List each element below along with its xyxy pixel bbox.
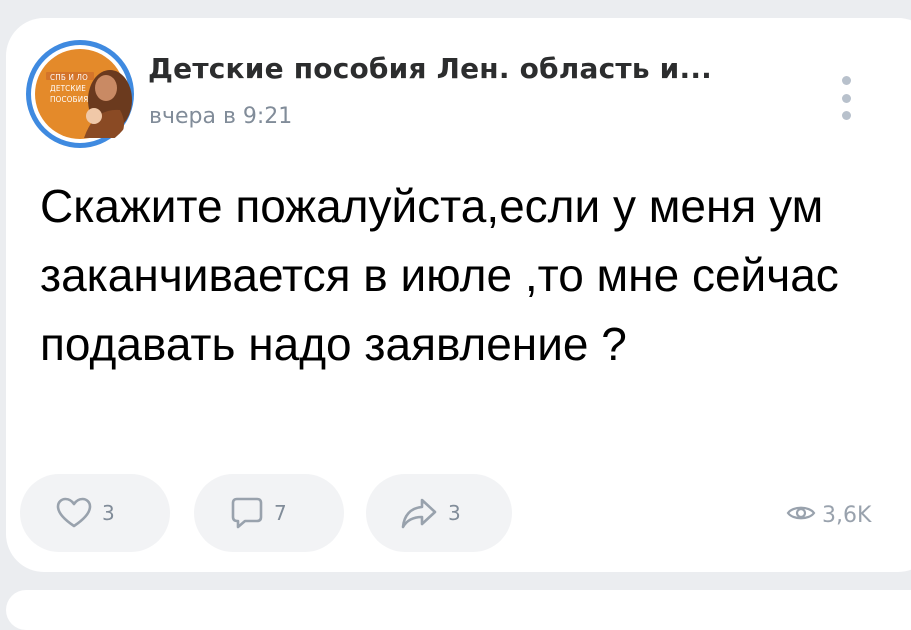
post-body-text: Скажите пожалуйста,если у меня ум заканч… (40, 180, 839, 370)
comment-count: 7 (274, 501, 287, 525)
avatar-text-line-3: ПОСОБИЯ (50, 95, 89, 104)
share-arrow-icon (400, 497, 438, 529)
group-avatar[interactable]: СПБ И ЛО ДЕТСКИЕ ПОСОБИЯ (24, 38, 136, 150)
like-count: 3 (102, 501, 115, 525)
comment-button[interactable]: 7 (194, 474, 344, 552)
avatar-image (26, 40, 134, 148)
avatar-text-line-1: СПБ И ЛО (50, 73, 89, 82)
share-button[interactable]: 3 (366, 474, 512, 552)
menu-dot (841, 76, 851, 85)
views-count: 3,6K (822, 502, 872, 528)
comment-icon (230, 496, 264, 530)
heart-outline-icon (56, 497, 92, 529)
eye-icon (786, 503, 816, 527)
next-post-card (6, 590, 911, 630)
post-timestamp[interactable]: вчера в 9:21 (149, 104, 292, 129)
views-counter: 3,6K (786, 500, 871, 530)
group-name-link[interactable]: Детские пособия Лен. область и... (148, 52, 712, 85)
more-vertical-icon[interactable] (838, 76, 854, 120)
avatar-text-line-2: ДЕТСКИЕ (50, 84, 87, 93)
like-button[interactable]: 3 (20, 474, 170, 552)
menu-dot (841, 93, 851, 103)
share-count: 3 (448, 501, 461, 525)
menu-dot (841, 111, 851, 120)
